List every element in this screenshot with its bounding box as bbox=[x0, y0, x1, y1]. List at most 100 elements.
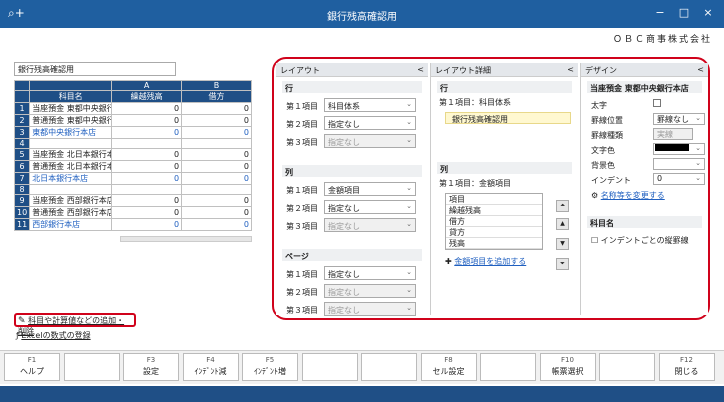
row-number[interactable]: 4 bbox=[13, 138, 31, 149]
function-key-button[interactable] bbox=[301, 353, 358, 381]
list-item[interactable]: 借方 bbox=[446, 216, 542, 227]
layout-row-select[interactable]: 金額項目 ⌄ bbox=[324, 182, 416, 196]
function-key-button[interactable] bbox=[480, 353, 536, 381]
add-items-link[interactable]: ✎ 科目や計算値などの追加・削除 bbox=[14, 313, 136, 336]
move-top-button[interactable]: ⏶ bbox=[556, 200, 569, 212]
list-item[interactable]: 繰越残高 bbox=[446, 205, 542, 216]
table-row[interactable]: 11 西部銀行本店 0 0 bbox=[13, 218, 252, 231]
table-row[interactable]: 10 普通預金 西部銀行本店 0 0 bbox=[13, 206, 252, 219]
layout-row-select[interactable]: 指定なし ⌄ bbox=[324, 302, 416, 316]
subject-cell[interactable]: 当座預金 東都中央銀行 bbox=[29, 102, 113, 115]
subject-cell[interactable]: 西部銀行本店 bbox=[29, 218, 113, 231]
debit-cell[interactable]: 0 bbox=[181, 114, 252, 127]
row-number[interactable]: 1 bbox=[13, 102, 31, 115]
bg-color-select[interactable]: ⌄ bbox=[653, 158, 705, 170]
function-key-button[interactable]: F10 帳票選択 bbox=[539, 353, 596, 381]
list-item[interactable]: 貸方 bbox=[446, 227, 542, 238]
list-item[interactable]: 項目 bbox=[446, 194, 542, 205]
rename-link[interactable]: ⚙ 名称等を変更する bbox=[591, 190, 665, 201]
function-key-button[interactable]: F5 ｲﾝﾃﾞﾝﾄ増 bbox=[242, 353, 298, 381]
maximize-button[interactable]: □ bbox=[674, 6, 694, 19]
debit-cell[interactable]: 0 bbox=[181, 160, 252, 173]
subject-cell[interactable]: 東都中央銀行本店 bbox=[29, 126, 113, 139]
carryover-cell[interactable]: 0 bbox=[111, 160, 183, 173]
table-row[interactable]: 8 bbox=[13, 184, 252, 195]
layout-row-select[interactable]: 指定なし ⌄ bbox=[324, 200, 416, 214]
subject-cell[interactable]: 普通預金 西部銀行本店 bbox=[29, 206, 113, 219]
debit-cell[interactable] bbox=[181, 138, 252, 149]
subject-cell[interactable]: 普通預金 北日本銀行本 bbox=[29, 160, 113, 173]
excel-formula-link[interactable]: ƒ Excelの数式の登録 bbox=[16, 330, 91, 341]
debit-cell[interactable] bbox=[181, 184, 252, 195]
collapse-icon[interactable]: < bbox=[417, 65, 424, 74]
layout-row-select[interactable]: 科目体系 ⌄ bbox=[324, 98, 416, 112]
carryover-cell[interactable] bbox=[111, 138, 183, 149]
carryover-cell[interactable] bbox=[111, 184, 183, 195]
table-row[interactable]: 3 東都中央銀行本店 0 0 bbox=[13, 126, 252, 139]
column-letter-b[interactable]: B bbox=[181, 80, 252, 91]
debit-cell[interactable]: 0 bbox=[181, 126, 252, 139]
debit-cell[interactable]: 0 bbox=[181, 218, 252, 231]
function-key-button[interactable]: F3 設定 bbox=[123, 353, 179, 381]
close-button[interactable]: × bbox=[698, 6, 718, 19]
subject-cell[interactable]: 普通預金 東都中央銀行 bbox=[29, 114, 113, 127]
table-row[interactable]: 7 北日本銀行本店 0 0 bbox=[13, 172, 252, 185]
minimize-button[interactable]: − bbox=[650, 6, 670, 19]
carryover-cell[interactable]: 0 bbox=[111, 126, 183, 139]
debit-cell[interactable]: 0 bbox=[181, 206, 252, 219]
column-letter-a[interactable]: A bbox=[111, 80, 183, 91]
move-bottom-button[interactable]: ⏷ bbox=[556, 258, 569, 270]
row-number[interactable]: 8 bbox=[13, 184, 31, 195]
detail-row-value[interactable]: 銀行残高確認用 bbox=[445, 112, 571, 124]
table-row[interactable]: 5 当座預金 北日本銀行本 0 0 bbox=[13, 148, 252, 161]
row-number[interactable]: 11 bbox=[13, 218, 31, 231]
debit-cell[interactable]: 0 bbox=[181, 102, 252, 115]
row-number[interactable]: 5 bbox=[13, 148, 31, 161]
row-number[interactable]: 10 bbox=[13, 206, 31, 219]
carryover-cell[interactable]: 0 bbox=[111, 194, 183, 207]
list-item[interactable]: 残高 bbox=[446, 238, 542, 249]
row-number[interactable]: 9 bbox=[13, 194, 31, 207]
carryover-cell[interactable]: 0 bbox=[111, 172, 183, 185]
indent-select[interactable]: 0 ⌄ bbox=[653, 173, 705, 185]
function-key-button[interactable]: F1 ヘルプ bbox=[4, 353, 60, 381]
row-number[interactable]: 2 bbox=[13, 114, 31, 127]
subject-cell[interactable]: 北日本銀行本店 bbox=[29, 172, 113, 185]
border-type-select[interactable]: 実線 bbox=[653, 128, 693, 140]
carryover-cell[interactable]: 0 bbox=[111, 102, 183, 115]
layout-row-select[interactable]: 指定なし ⌄ bbox=[324, 284, 416, 298]
carryover-cell[interactable]: 0 bbox=[111, 114, 183, 127]
carryover-cell[interactable]: 0 bbox=[111, 148, 183, 161]
row-number[interactable]: 6 bbox=[13, 160, 31, 173]
collapse-icon[interactable]: < bbox=[697, 65, 704, 74]
carryover-cell[interactable]: 0 bbox=[111, 206, 183, 219]
debit-cell[interactable]: 0 bbox=[181, 172, 252, 185]
layout-row-select[interactable]: 指定なし ⌄ bbox=[324, 266, 416, 280]
subject-cell[interactable]: 当座預金 西部銀行本店 bbox=[29, 194, 113, 207]
report-grid[interactable]: A B 科目名 繰越残高 借方 1 当座預金 東都中央銀行 0 0 2 普通預金 東都中央… bbox=[13, 80, 252, 231]
amount-item-list[interactable]: 項目 繰越残高 借方 貸方 残高 bbox=[445, 193, 543, 250]
layout-row-select[interactable]: 指定なし ⌄ bbox=[324, 134, 416, 148]
move-up-button[interactable]: ▲ bbox=[556, 218, 569, 230]
table-row[interactable]: 9 当座預金 西部銀行本店 0 0 bbox=[13, 194, 252, 207]
collapse-icon[interactable]: < bbox=[567, 65, 574, 74]
add-amount-item-link[interactable]: ✚ 金額項目を追加する bbox=[445, 256, 564, 267]
bold-checkbox[interactable] bbox=[653, 99, 661, 107]
function-key-button[interactable] bbox=[361, 353, 417, 381]
layout-row-select[interactable]: 指定なし ⌄ bbox=[324, 218, 416, 232]
table-row[interactable]: 1 当座預金 東都中央銀行 0 0 bbox=[13, 102, 252, 115]
function-key-button[interactable]: F4 ｲﾝﾃﾞﾝﾄ減 bbox=[182, 353, 239, 381]
table-row[interactable]: 6 普通預金 北日本銀行本 0 0 bbox=[13, 160, 252, 173]
row-number[interactable]: 7 bbox=[13, 172, 31, 185]
function-key-button[interactable]: F8 セル設定 bbox=[420, 353, 477, 381]
subject-cell[interactable] bbox=[29, 138, 113, 149]
table-row[interactable]: 4 bbox=[13, 138, 252, 149]
function-key-button[interactable] bbox=[63, 353, 120, 381]
subject-cell[interactable]: 当座預金 北日本銀行本 bbox=[29, 148, 113, 161]
border-pos-select[interactable]: 罫線なし ⌄ bbox=[653, 113, 705, 125]
document-name-field[interactable]: 銀行残高確認用 bbox=[14, 62, 176, 76]
subject-cell[interactable] bbox=[29, 184, 113, 195]
row-number[interactable]: 3 bbox=[13, 126, 31, 139]
debit-cell[interactable]: 0 bbox=[181, 148, 252, 161]
layout-row-select[interactable]: 指定なし ⌄ bbox=[324, 116, 416, 130]
